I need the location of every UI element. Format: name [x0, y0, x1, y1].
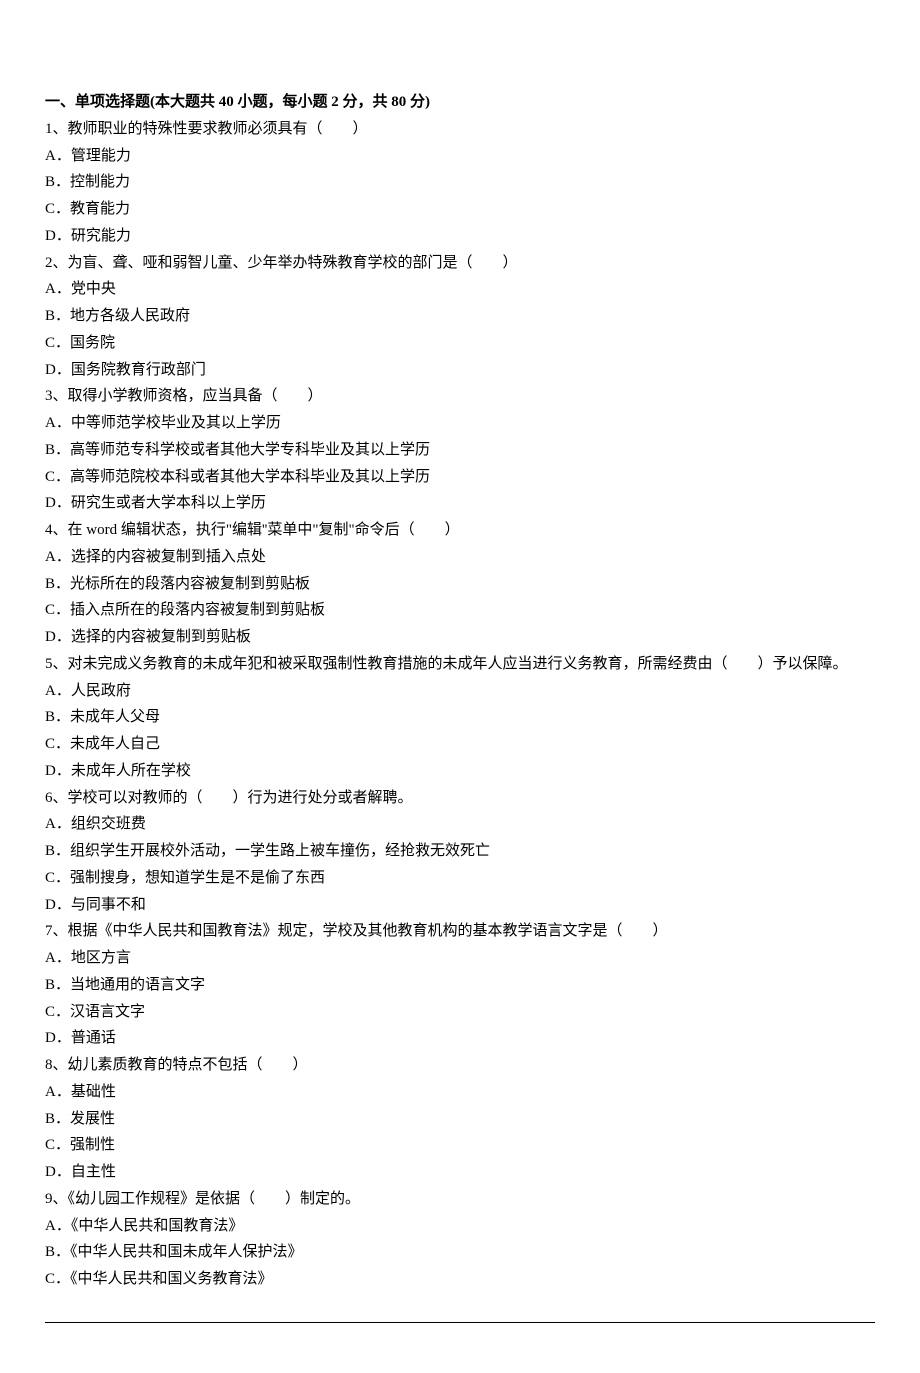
question-option: D．研究能力 [45, 224, 875, 249]
footer-divider [45, 1322, 875, 1323]
question-option: D．选择的内容被复制到剪贴板 [45, 625, 875, 650]
question-option: C．汉语言文字 [45, 1000, 875, 1025]
question-option: D．国务院教育行政部门 [45, 358, 875, 383]
question-stem: 5、对未完成义务教育的未成年犯和被采取强制性教育措施的未成年人应当进行义务教育，… [45, 652, 875, 677]
question-option: B．光标所在的段落内容被复制到剪贴板 [45, 572, 875, 597]
question-option: B．组织学生开展校外活动，一学生路上被车撞伤，经抢救无效死亡 [45, 839, 875, 864]
question-option: B．发展性 [45, 1107, 875, 1132]
question-option: A．中等师范学校毕业及其以上学历 [45, 411, 875, 436]
question-option: A．《中华人民共和国教育法》 [45, 1214, 875, 1239]
question-option: A．人民政府 [45, 679, 875, 704]
question-option: D．自主性 [45, 1160, 875, 1185]
question-option: A．管理能力 [45, 144, 875, 169]
question-option: C．国务院 [45, 331, 875, 356]
question-option: C．未成年人自己 [45, 732, 875, 757]
question-option: A．党中央 [45, 277, 875, 302]
question-option: B．未成年人父母 [45, 705, 875, 730]
question-stem: 6、学校可以对教师的（ ）行为进行处分或者解聘。 [45, 786, 875, 811]
question-stem: 3、取得小学教师资格，应当具备（ ） [45, 384, 875, 409]
question-option: B．当地通用的语言文字 [45, 973, 875, 998]
question-option: C．高等师范院校本科或者其他大学本科毕业及其以上学历 [45, 465, 875, 490]
question-option: C．强制性 [45, 1133, 875, 1158]
question-option: A．组织交班费 [45, 812, 875, 837]
question-option: B．控制能力 [45, 170, 875, 195]
question-stem: 8、幼儿素质教育的特点不包括（ ） [45, 1053, 875, 1078]
question-option: B．高等师范专科学校或者其他大学专科毕业及其以上学历 [45, 438, 875, 463]
question-option: A．选择的内容被复制到插入点处 [45, 545, 875, 570]
question-option: A．基础性 [45, 1080, 875, 1105]
question-stem: 7、根据《中华人民共和国教育法》规定，学校及其他教育机构的基本教学语言文字是（ … [45, 919, 875, 944]
question-option: C．强制搜身，想知道学生是不是偷了东西 [45, 866, 875, 891]
question-option: B．《中华人民共和国未成年人保护法》 [45, 1240, 875, 1265]
question-option: A．地区方言 [45, 946, 875, 971]
question-stem: 4、在 word 编辑状态，执行"编辑''菜单中"复制"命令后（ ） [45, 518, 875, 543]
section-heading: 一、单项选择题(本大题共 40 小题，每小题 2 分，共 80 分) [45, 90, 875, 115]
question-option: C．插入点所在的段落内容被复制到剪贴板 [45, 598, 875, 623]
question-stem: 9、《幼儿园工作规程》是依据（ ）制定的。 [45, 1187, 875, 1212]
question-option: D．未成年人所在学校 [45, 759, 875, 784]
question-option: D．普通话 [45, 1026, 875, 1051]
question-option: B．地方各级人民政府 [45, 304, 875, 329]
question-stem: 2、为盲、聋、哑和弱智儿童、少年举办特殊教育学校的部门是（ ） [45, 251, 875, 276]
question-option: D．研究生或者大学本科以上学历 [45, 491, 875, 516]
question-option: C．教育能力 [45, 197, 875, 222]
question-option: C．《中华人民共和国义务教育法》 [45, 1267, 875, 1292]
question-stem: 1、教师职业的特殊性要求教师必须具有（ ） [45, 117, 875, 142]
question-option: D．与同事不和 [45, 893, 875, 918]
